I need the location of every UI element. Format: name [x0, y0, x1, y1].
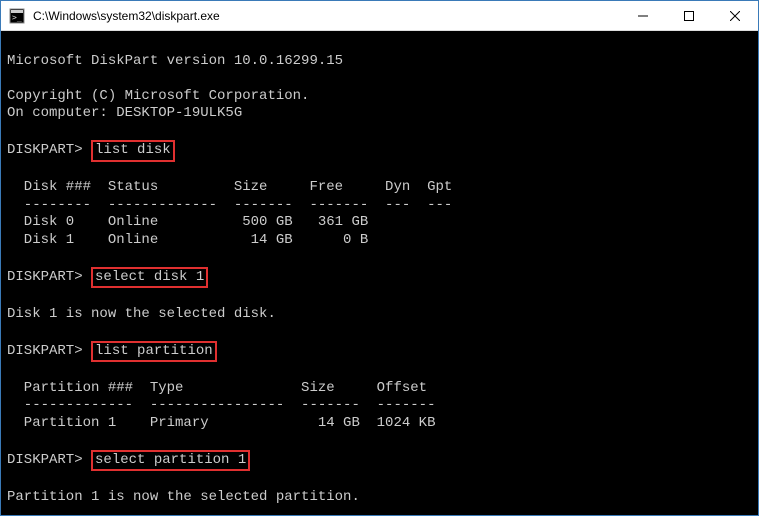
svg-text:>_: >_ — [12, 13, 22, 22]
prompt: DISKPART> — [7, 343, 83, 359]
terminal-output[interactable]: Microsoft DiskPart version 10.0.16299.15… — [1, 31, 758, 515]
titlebar: >_ C:\Windows\system32\diskpart.exe — [1, 1, 758, 31]
disk-table-header: Disk ### Status Size Free Dyn Gpt — [7, 179, 452, 195]
partition-table-divider: ------------- ---------------- ------- -… — [7, 397, 435, 413]
prompt: DISKPART> — [7, 452, 83, 468]
command-select-partition: select partition 1 — [91, 450, 250, 472]
maximize-button[interactable] — [666, 1, 712, 31]
window-title: C:\Windows\system32\diskpart.exe — [33, 9, 620, 23]
disk-table-row: Disk 0 Online 500 GB 361 GB — [7, 214, 368, 230]
command-list-partition: list partition — [91, 341, 217, 363]
version-line: Microsoft DiskPart version 10.0.16299.15 — [7, 53, 343, 69]
message-select-partition: Partition 1 is now the selected partitio… — [7, 489, 360, 505]
partition-table-header: Partition ### Type Size Offset — [7, 380, 427, 396]
app-icon: >_ — [9, 8, 25, 24]
computer-line: On computer: DESKTOP-19ULK5G — [7, 105, 242, 121]
copyright-line: Copyright (C) Microsoft Corporation. — [7, 88, 309, 104]
close-button[interactable] — [712, 1, 758, 31]
minimize-button[interactable] — [620, 1, 666, 31]
message-select-disk: Disk 1 is now the selected disk. — [7, 306, 276, 322]
window-controls — [620, 1, 758, 31]
prompt: DISKPART> — [7, 142, 83, 158]
prompt: DISKPART> — [7, 269, 83, 285]
disk-table-divider: -------- ------------- ------- ------- -… — [7, 197, 452, 213]
command-select-disk: select disk 1 — [91, 267, 208, 289]
partition-table-row: Partition 1 Primary 14 GB 1024 KB — [7, 415, 435, 431]
disk-table-row: Disk 1 Online 14 GB 0 B — [7, 232, 368, 248]
command-list-disk: list disk — [91, 140, 175, 162]
